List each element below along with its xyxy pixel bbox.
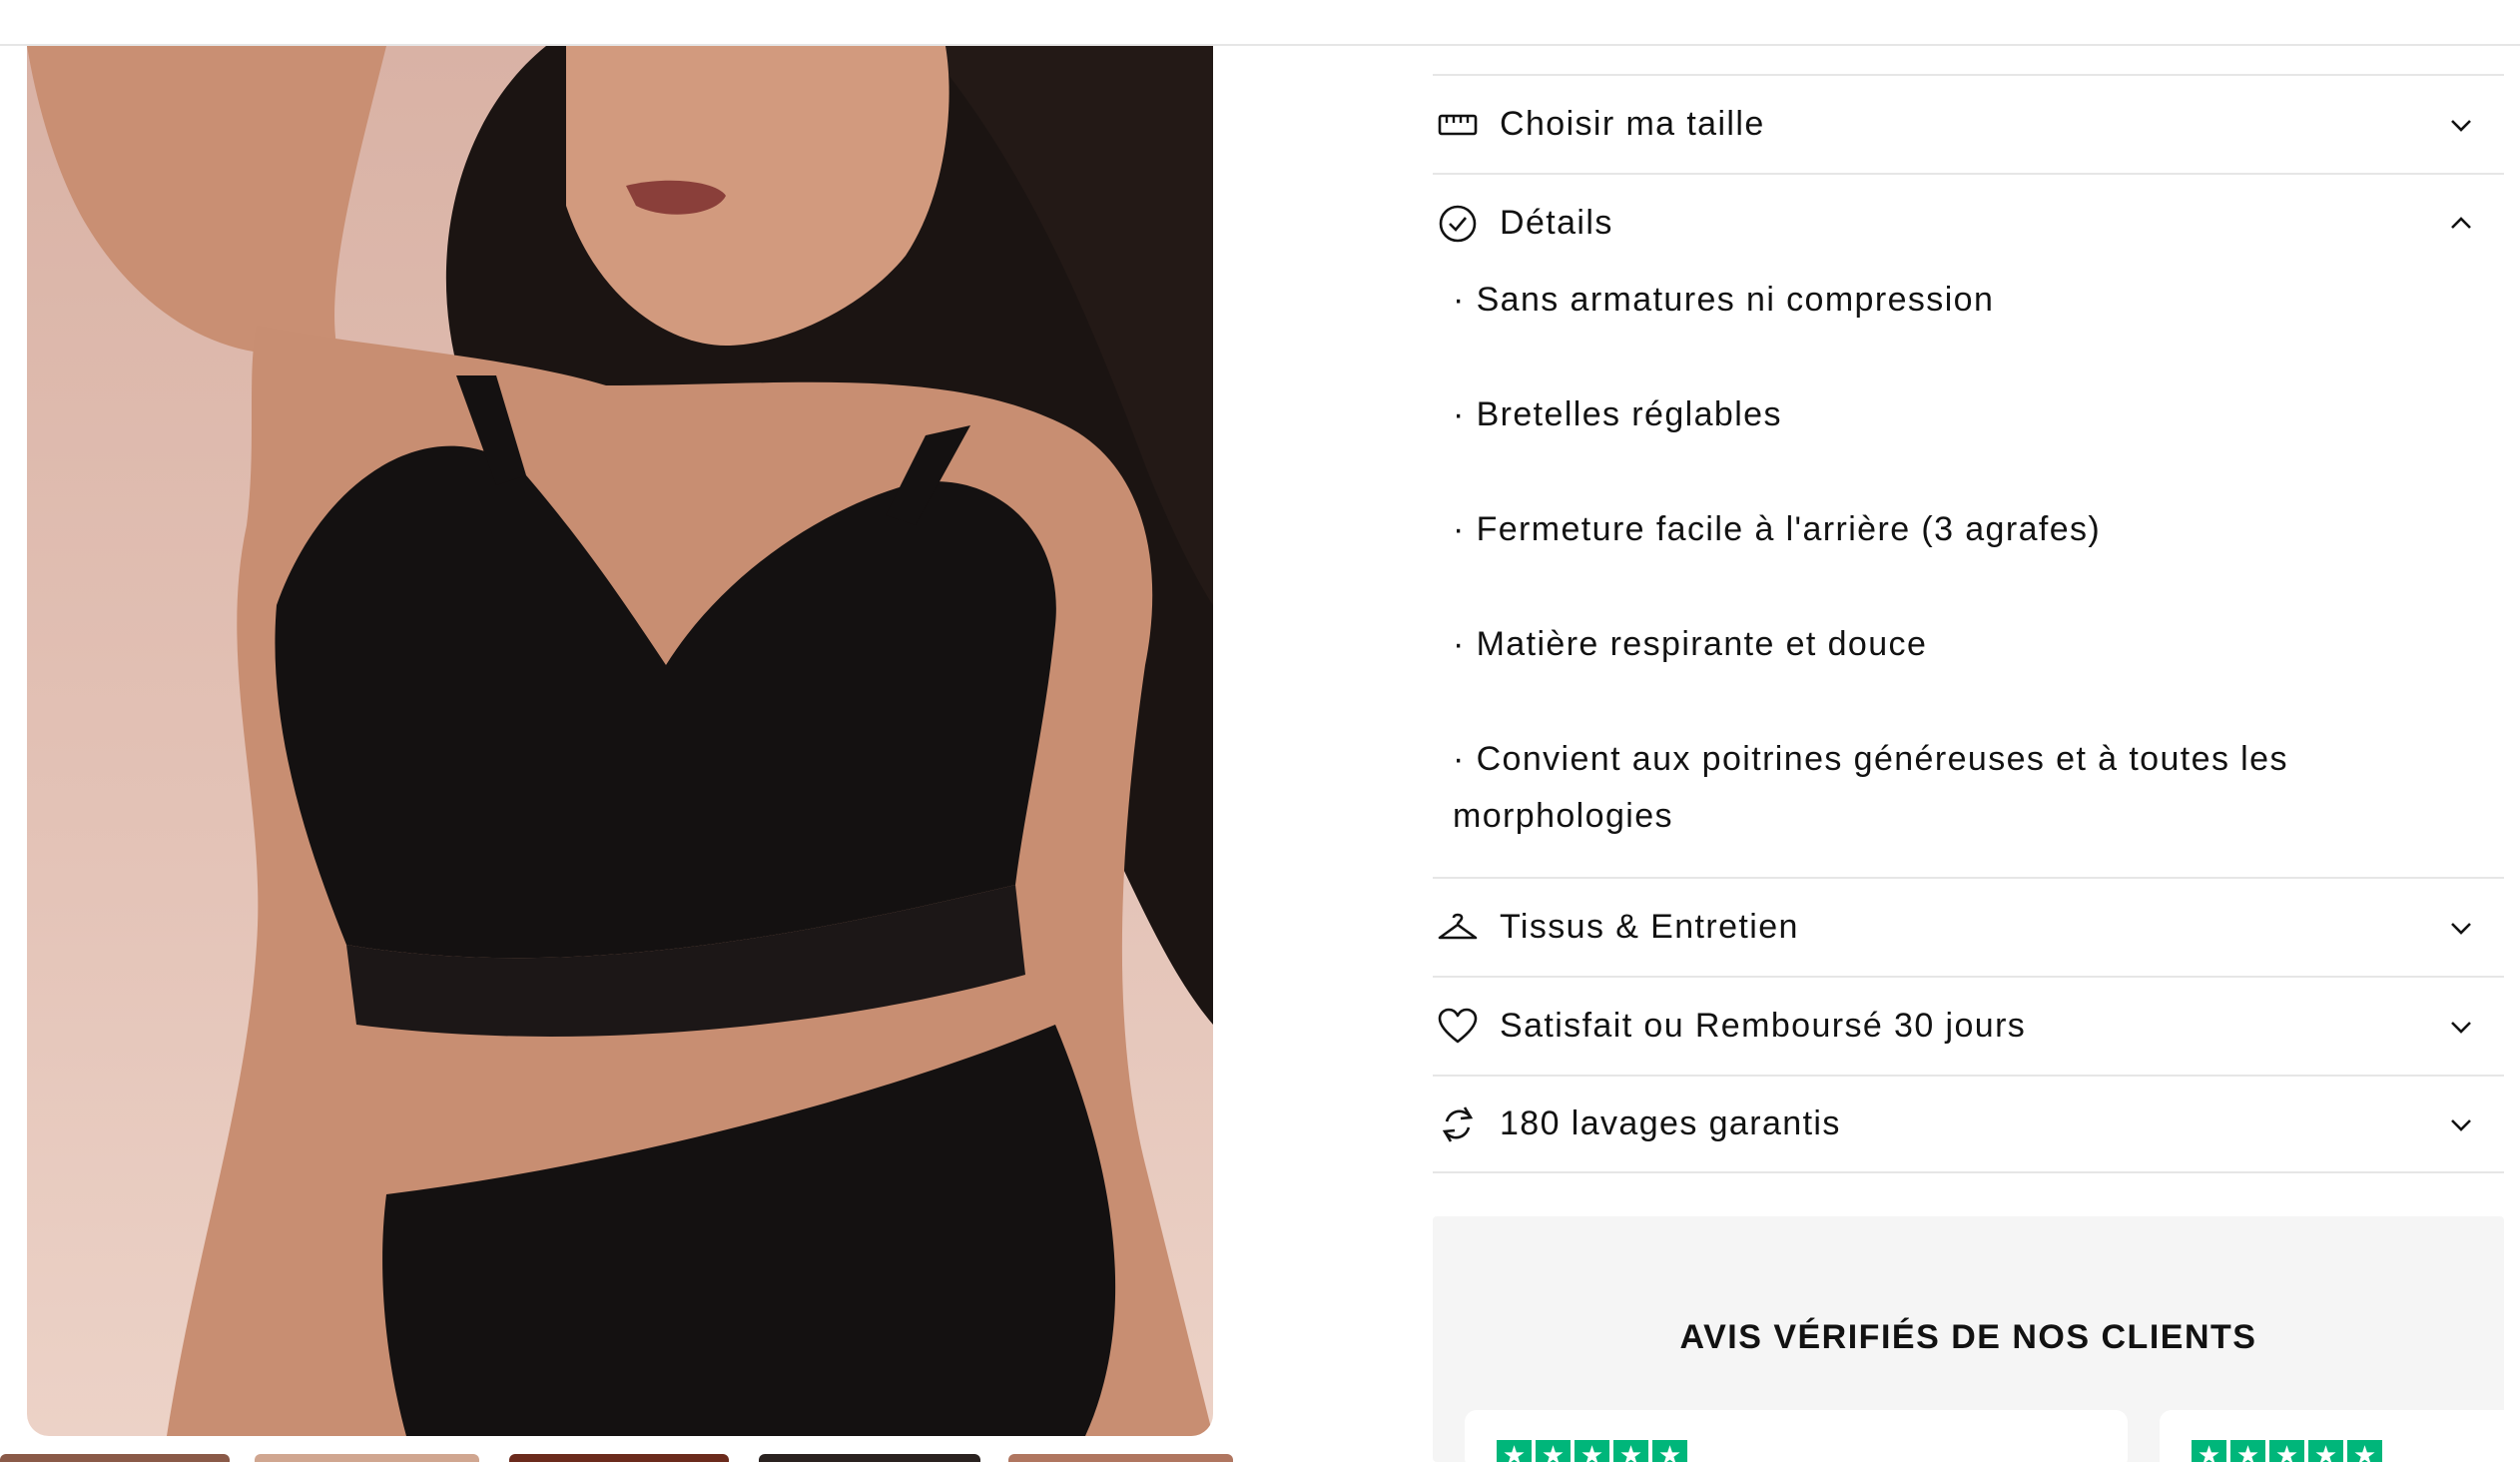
- star-icon: ★: [1497, 1440, 1532, 1462]
- details-bullet: · Sans armatures ni compression: [1453, 281, 1995, 319]
- chevron-down-icon: [2451, 1118, 2471, 1131]
- accordion-washes-label: 180 lavages garantis: [1500, 1104, 1841, 1142]
- details-bullet: · Fermeture facile à l'arrière (3 agrafe…: [1453, 510, 2102, 548]
- star-rating: ★ ★ ★ ★ ★: [1497, 1440, 1687, 1462]
- review-card[interactable]: ★ ★ ★ ★ ★: [1465, 1410, 2128, 1462]
- star-icon: ★: [1613, 1440, 1648, 1462]
- accordion-details-label: Détails: [1500, 204, 1613, 242]
- star-icon: ★: [1536, 1440, 1571, 1462]
- star-icon: ★: [2192, 1440, 2226, 1462]
- chevron-down-icon: [2451, 1021, 2471, 1034]
- review-card[interactable]: ★ ★ ★ ★ ★: [2160, 1410, 2504, 1462]
- star-icon: ★: [2347, 1440, 2382, 1462]
- details-bullet: · Matière respirante et douce: [1453, 625, 1928, 663]
- accordion-details[interactable]: Détails: [1433, 173, 2504, 272]
- thumbnail[interactable]: [1008, 1454, 1233, 1462]
- details-panel: · Sans armatures ni compression · Bretel…: [1433, 272, 2504, 877]
- chevron-up-icon: [2451, 216, 2471, 229]
- accordion-size-guide-label: Choisir ma taille: [1500, 105, 1765, 143]
- accordion-fabric-care-label: Tissus & Entretien: [1500, 908, 1799, 946]
- star-icon: ★: [1575, 1440, 1609, 1462]
- product-photo-illustration: [27, 46, 1213, 1436]
- thumbnail-strip: [0, 1454, 1238, 1462]
- accordion-size-guide[interactable]: Choisir ma taille: [1433, 74, 2504, 173]
- star-icon: ★: [1652, 1440, 1687, 1462]
- refresh-icon: [1442, 1105, 1474, 1142]
- thumbnail-active[interactable]: [759, 1454, 980, 1462]
- star-icon: ★: [2230, 1440, 2265, 1462]
- chevron-down-icon: [2451, 119, 2471, 132]
- details-bullet: · Bretelles réglables: [1453, 395, 1782, 433]
- chevron-down-icon: [2451, 922, 2471, 935]
- top-header-bar: [0, 0, 2520, 46]
- accordion-washes[interactable]: 180 lavages garantis: [1433, 1075, 2504, 1173]
- product-main-image[interactable]: [27, 46, 1213, 1436]
- accordion-fabric-care[interactable]: Tissus & Entretien: [1433, 877, 2504, 976]
- reviews-title: AVIS VÉRIFIÉS DE NOS CLIENTS: [1679, 1318, 2257, 1356]
- product-info-accordion: Choisir ma taille Détails · Sans armatur…: [1433, 74, 2504, 1173]
- star-icon: ★: [2269, 1440, 2304, 1462]
- heart-icon: [1438, 1008, 1478, 1043]
- thumbnail[interactable]: [0, 1454, 230, 1462]
- ruler-icon: [1438, 114, 1478, 135]
- accordion-refund[interactable]: Satisfait ou Remboursé 30 jours: [1433, 976, 2504, 1075]
- hanger-icon: [1438, 913, 1478, 939]
- check-circle-icon: [1439, 205, 1477, 242]
- accordion-refund-label: Satisfait ou Remboursé 30 jours: [1500, 1007, 2027, 1045]
- star-rating: ★ ★ ★ ★ ★: [2192, 1440, 2382, 1462]
- thumbnail[interactable]: [509, 1454, 729, 1462]
- reviews-section: AVIS VÉRIFIÉS DE NOS CLIENTS ★ ★ ★ ★ ★ ★…: [1433, 1216, 2504, 1462]
- details-bullet: · Convient aux poitrines généreuses et à…: [1453, 740, 2288, 835]
- thumbnail[interactable]: [255, 1454, 479, 1462]
- star-icon: ★: [2308, 1440, 2343, 1462]
